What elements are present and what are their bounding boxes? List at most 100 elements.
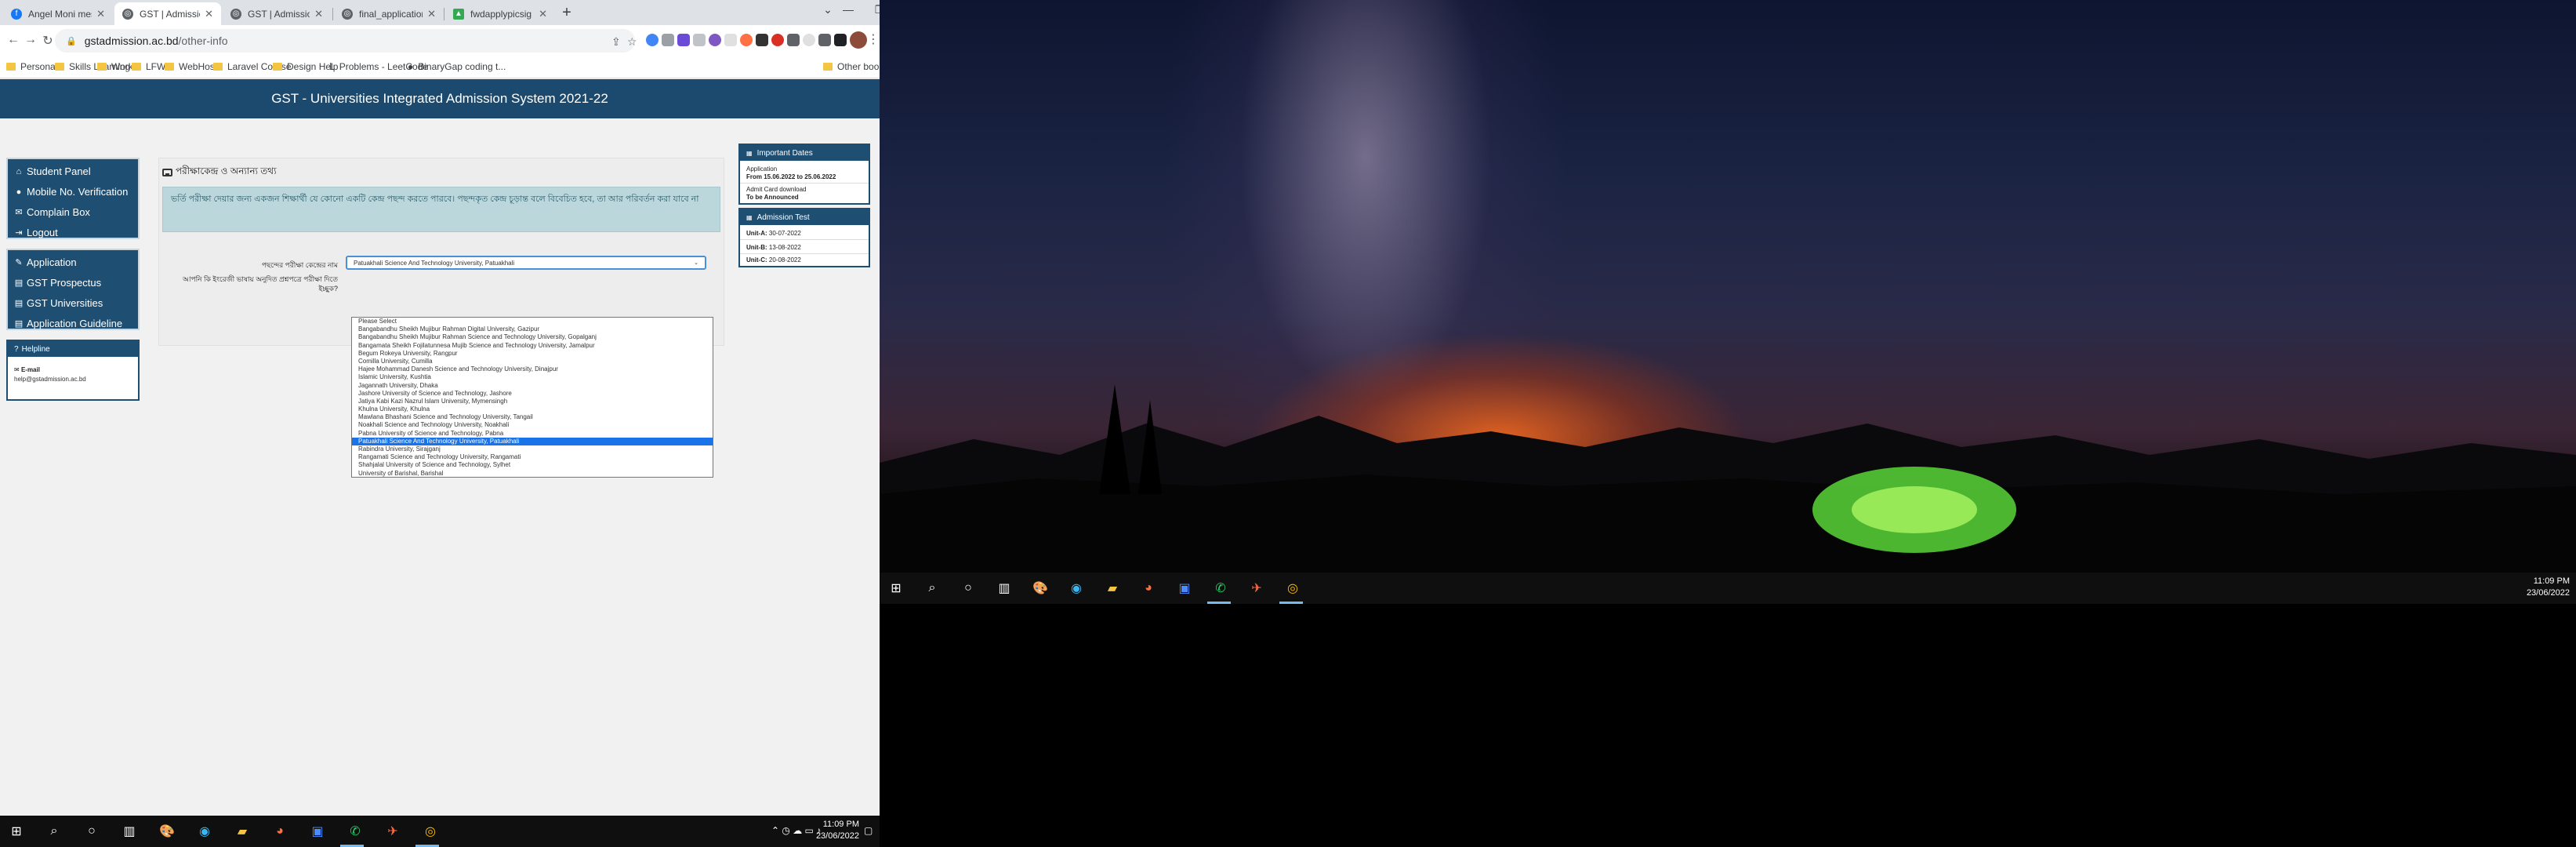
close-icon[interactable]: ✕ — [96, 8, 105, 20]
dropdown-option[interactable]: Jatiya Kabi Kazi Nazrul Islam University… — [352, 398, 713, 405]
nav-application[interactable]: ✎ Application — [14, 256, 76, 268]
extension-icon[interactable] — [693, 34, 706, 46]
dropdown-option[interactable]: Mawlana Bhashani Science and Technology … — [352, 413, 713, 421]
file-explorer-icon[interactable]: ▰ — [234, 823, 251, 840]
file-explorer-icon[interactable]: ▰ — [1104, 580, 1121, 597]
dropdown-option[interactable]: Bangabandhu Sheikh Mujibur Rahman Scienc… — [352, 333, 713, 341]
nav-student-panel[interactable]: ⌂ Student Panel — [14, 165, 91, 177]
paint-icon[interactable]: 🎨 — [1032, 580, 1049, 597]
dropdown-option[interactable]: Jashore University of Science and Techno… — [352, 390, 713, 398]
nav-application-guideline[interactable]: ▤ Application Guideline — [14, 318, 122, 329]
windows-start-icon[interactable]: ⊞ — [887, 580, 905, 597]
bookmark-personal[interactable]: Personal — [6, 61, 57, 72]
extension-icon[interactable] — [771, 34, 784, 46]
chrome-icon[interactable]: ◎ — [422, 823, 439, 840]
tab-search-icon[interactable]: ⌄ — [818, 3, 837, 19]
address-bar[interactable]: 🔒 gstadmission.ac.bd/other-info ⇪ ☆ — [55, 29, 637, 53]
firefox-icon[interactable]: ◕ — [1140, 580, 1157, 597]
lock-icon[interactable]: 🔒 — [66, 36, 77, 46]
share-icon[interactable]: ⇪ — [611, 35, 621, 49]
bookmark-design-help[interactable]: Design Help — [273, 61, 338, 72]
bookmark-binarygap[interactable]: ● BinaryGap coding t... — [408, 61, 506, 72]
chrome-icon[interactable]: ◎ — [1284, 580, 1301, 597]
new-tab-button[interactable]: + — [558, 5, 575, 22]
notification-icon[interactable]: ▢ — [864, 825, 873, 836]
dropdown-option[interactable]: University of Barishal, Barishal — [352, 470, 713, 478]
task-view-icon[interactable]: ▥ — [996, 580, 1013, 597]
camera-icon[interactable] — [662, 34, 674, 46]
extension-icon[interactable] — [677, 34, 690, 46]
tab-gst-admission[interactable]: ◎ GST | Admission ✕ — [223, 2, 331, 25]
dropdown-option[interactable]: Shahjalal University of Science and Tech… — [352, 461, 713, 469]
dropdown-option[interactable]: Khulna University, Khulna — [352, 405, 713, 413]
dropdown-option[interactable]: Begum Rokeya University, Rangpur — [352, 350, 713, 358]
extension-icon[interactable] — [724, 34, 737, 46]
edge-icon[interactable]: ◉ — [1068, 580, 1085, 597]
paint-icon[interactable]: 🎨 — [158, 823, 176, 840]
profile-avatar[interactable] — [850, 31, 867, 49]
extension-icon[interactable] — [756, 34, 768, 46]
dropdown-option[interactable]: Please Select — [352, 318, 713, 325]
close-icon[interactable]: ✕ — [205, 8, 213, 20]
extension-icon[interactable] — [803, 34, 815, 46]
postman-icon[interactable]: ✈ — [1248, 580, 1265, 597]
dropdown-option-selected[interactable]: Patuakhali Science And Technology Univer… — [352, 437, 713, 445]
close-icon[interactable]: ✕ — [427, 8, 436, 20]
zoom-icon[interactable]: ▣ — [1176, 580, 1193, 597]
menu-icon[interactable]: ⋮ — [867, 31, 880, 47]
minimize-button[interactable] — [839, 3, 858, 19]
dropdown-option[interactable]: Hajee Mohammad Danesh Science and Techno… — [352, 365, 713, 373]
dropdown-option[interactable]: Noakhali Science and Technology Universi… — [352, 421, 713, 429]
nav-logout[interactable]: ⇥ Logout — [14, 227, 57, 238]
exam-center-dropdown[interactable]: Please Select Bangabandhu Sheikh Mujibur … — [351, 317, 713, 478]
moon-icon[interactable] — [709, 34, 721, 46]
tab-application-guideline[interactable]: ◎ final_application_guideline_2021 ✕ — [334, 2, 444, 25]
cortana-icon[interactable]: ○ — [83, 823, 100, 840]
dropdown-option[interactable]: Bangamata Sheikh Fojilatunnesa Mujib Sci… — [352, 342, 713, 350]
extension-icon[interactable] — [787, 34, 800, 46]
firefox-icon[interactable]: ◕ — [271, 823, 288, 840]
postman-icon[interactable]: ✈ — [384, 823, 401, 840]
windows-start-icon[interactable]: ⊞ — [8, 823, 25, 840]
whatsapp-icon[interactable]: ✆ — [346, 823, 364, 840]
dropdown-option[interactable]: Jagannath University, Dhaka — [352, 382, 713, 390]
clock[interactable]: 11:09 PM 23/06/2022 — [2526, 576, 2570, 599]
search-icon[interactable]: ⌕ — [45, 823, 63, 840]
nav-mobile-verification[interactable]: ● Mobile No. Verification — [14, 186, 129, 198]
task-view-icon[interactable]: ▥ — [121, 823, 138, 840]
tab-facebook[interactable]: f Angel Moni messaged you ✕ — [3, 2, 113, 25]
star-icon[interactable]: ☆ — [627, 35, 637, 49]
tab-google-drive[interactable]: ▲ fwdapplypicsig - Google Drive ✕ — [445, 2, 555, 25]
dropdown-option[interactable]: Rabindra University, Sirajganj — [352, 445, 713, 453]
close-icon[interactable]: ✕ — [539, 8, 547, 20]
nav-gst-prospectus[interactable]: ▤ GST Prospectus — [14, 277, 101, 289]
clock[interactable]: 11:09 PM 23/06/2022 — [815, 819, 859, 842]
forward-icon[interactable]: → — [22, 33, 39, 47]
cortana-icon[interactable]: ○ — [960, 580, 977, 597]
tab-gst-admission-active[interactable]: ◎ GST | Admission ✕ — [114, 2, 221, 25]
nav-gst-universities[interactable]: ▤ GST Universities — [14, 297, 103, 309]
dropdown-option[interactable]: Islamic University, Kushtia — [352, 373, 713, 381]
extension-icon[interactable] — [740, 34, 753, 46]
dropdown-option[interactable]: Pabna University of Science and Technolo… — [352, 430, 713, 438]
search-icon[interactable]: ⌕ — [923, 580, 941, 597]
dropdown-option[interactable]: Rangamati Science and Technology Univers… — [352, 453, 713, 461]
exam-center-select[interactable]: Patuakhali Science And Technology Univer… — [346, 256, 706, 270]
bookmark-webhost[interactable]: WebHost — [165, 61, 217, 72]
close-icon[interactable]: ✕ — [314, 8, 323, 20]
back-icon[interactable]: ← — [5, 33, 22, 47]
dropdown-option[interactable]: Bangabandhu Sheikh Mujibur Rahman Digita… — [352, 325, 713, 333]
extension-icon[interactable] — [646, 34, 659, 46]
sidebar-icon[interactable] — [834, 34, 847, 46]
url-host: gstadmission.ac.bd — [84, 35, 179, 47]
helpline-email[interactable]: help@gstadmission.ac.bd — [14, 376, 86, 383]
dropdown-option[interactable]: Comilla University, Cumilla — [352, 358, 713, 365]
zoom-icon[interactable]: ▣ — [309, 823, 326, 840]
nav-complain-box[interactable]: ✉ Complain Box — [14, 206, 90, 218]
puzzle-icon[interactable] — [818, 34, 831, 46]
folder-icon — [213, 63, 223, 71]
edge-icon[interactable]: ◉ — [196, 823, 213, 840]
tray-icons[interactable]: ⌃ ◷ ☁ ▭ ♪ — [771, 825, 821, 836]
whatsapp-icon[interactable]: ✆ — [1212, 580, 1229, 597]
reload-icon[interactable]: ↻ — [39, 33, 56, 49]
